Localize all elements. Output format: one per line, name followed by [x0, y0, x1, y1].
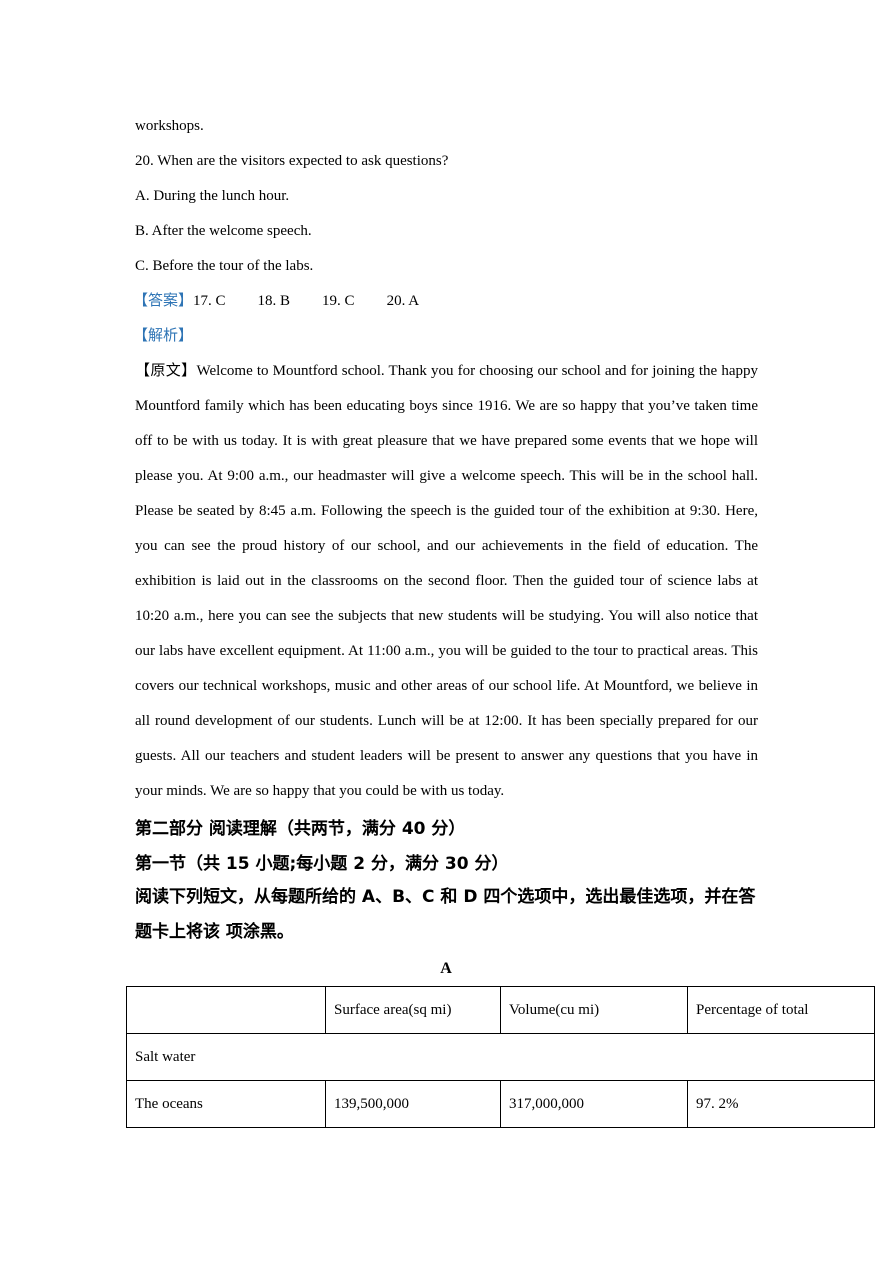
passage-label: A [440, 960, 452, 977]
table-header-cell: Percentage of total [687, 986, 875, 1034]
table-header-cell: Surface area(sq mi) [325, 986, 501, 1034]
table-cell: The oceans [126, 1080, 326, 1128]
original-text-paragraph: 【原文】Welcome to Mountford school. Thank y… [135, 354, 758, 809]
document-page: workshops. 20. When are the visitors exp… [0, 0, 892, 1262]
table-cell: 317,000,000 [500, 1080, 688, 1128]
original-text-label: 【原文】 [135, 363, 197, 379]
table-row: The oceans 139,500,000 317,000,000 97. 2… [126, 1080, 875, 1128]
question-20-option-a: A. During the lunch hour. [135, 188, 290, 204]
original-text-body: Welcome to Mountford school. Thank you f… [135, 363, 758, 799]
table-header-row: Surface area(sq mi) Volume(cu mi) Percen… [126, 986, 875, 1034]
part2-heading: 第二部分 阅读理解（共两节，满分 40 分） [135, 819, 466, 839]
table-cell: 139,500,000 [325, 1080, 501, 1128]
question-20-option-b: B. After the welcome speech. [135, 223, 312, 239]
table-cell: 97. 2% [687, 1080, 875, 1128]
section1-heading: 第一节（共 15 小题;每小题 2 分，满分 30 分） [135, 854, 509, 874]
table-header-cell [126, 986, 326, 1034]
answer-item: 20. A [386, 293, 420, 309]
answer-label: 【答案】 [133, 293, 194, 309]
answer-item: 17. C [193, 293, 226, 309]
table-header-cell: Volume(cu mi) [500, 986, 688, 1034]
water-table: Surface area(sq mi) Volume(cu mi) Percen… [126, 986, 875, 1128]
table-section-row: Salt water [126, 1033, 875, 1081]
continuation-text: workshops. [135, 118, 204, 134]
question-20-stem: 20. When are the visitors expected to as… [135, 153, 449, 169]
reading-instructions: 阅读下列短文，从每题所给的 A、B、C 和 D 四个选项中，选出最佳选项，并在答… [135, 887, 756, 942]
question-20-option-c: C. Before the tour of the labs. [135, 258, 314, 274]
answer-line: 【答案】17. C 18. B 19. C 20. A [133, 291, 419, 311]
answer-item: 18. B [257, 293, 291, 309]
analysis-label: 【解析】 [133, 328, 194, 344]
answer-item: 19. C [322, 293, 355, 309]
table-section-cell: Salt water [126, 1033, 875, 1081]
